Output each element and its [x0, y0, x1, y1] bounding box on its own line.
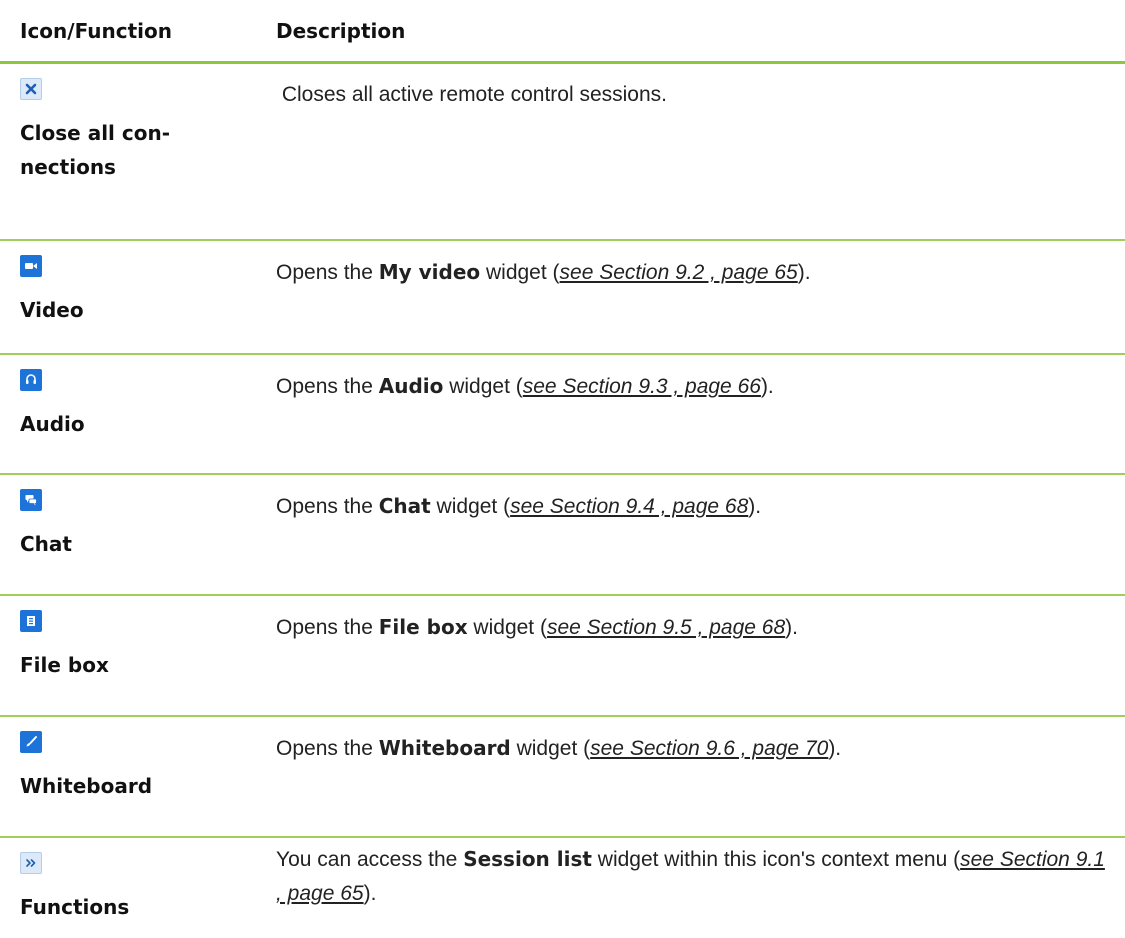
row-description: Opens the Chat widget (see Section 9.4 ,… — [276, 494, 762, 518]
function-label: Functions — [20, 895, 130, 919]
function-table: Icon/Function Description Close all con-… — [0, 0, 1125, 934]
double-chevron-right-icon[interactable] — [20, 852, 42, 874]
widget-name: Whiteboard — [378, 736, 511, 760]
section-link[interactable]: see Section 9.5 , page 68 — [547, 616, 785, 639]
function-label: Video — [20, 298, 84, 322]
table-row: Audio Opens the Audio widget (see Sectio… — [0, 355, 1125, 475]
section-link[interactable]: see Section 9.2 , page 65 — [560, 261, 798, 284]
chat-bubbles-icon[interactable] — [20, 489, 42, 511]
widget-name: Audio — [378, 374, 444, 398]
table-header: Icon/Function Description — [0, 0, 1125, 64]
function-label: Whiteboard — [20, 774, 153, 798]
row-description: Opens the Audio widget (see Section 9.3 … — [276, 374, 774, 398]
widget-name: Session list — [463, 847, 592, 871]
function-label: Audio — [20, 412, 85, 436]
section-link[interactable]: see Section 9.6 , page 70 — [590, 737, 828, 760]
row-description: Opens the File box widget (see Section 9… — [276, 615, 798, 639]
table-row: Video Opens the My video widget (see Sec… — [0, 241, 1125, 355]
file-box-icon[interactable] — [20, 610, 42, 632]
headset-icon[interactable] — [20, 369, 42, 391]
section-link[interactable]: see Section 9.4 , page 68 — [510, 495, 748, 518]
header-icon-function: Icon/Function — [20, 18, 172, 43]
function-label: Chat — [20, 532, 72, 556]
row-description: You can access the Session list widget w… — [276, 847, 1105, 905]
widget-name: Chat — [378, 494, 431, 518]
close-icon[interactable] — [20, 78, 42, 100]
header-description: Description — [276, 18, 406, 43]
section-link[interactable]: see Section 9.3 , page 66 — [523, 375, 761, 398]
table-row: Chat Opens the Chat widget (see Section … — [0, 475, 1125, 596]
table-row: Close all con- nections Closes all activ… — [0, 64, 1125, 241]
table-row: Whiteboard Opens the Whiteboard widget (… — [0, 717, 1125, 838]
row-description: Opens the Whiteboard widget (see Section… — [276, 736, 842, 760]
widget-name: My video — [378, 260, 481, 284]
row-description: Opens the My video widget (see Section 9… — [276, 260, 811, 284]
function-label: Close all con- nections — [20, 121, 171, 179]
video-camera-icon[interactable] — [20, 255, 42, 277]
widget-name: File box — [378, 615, 468, 639]
table-row: File box Opens the File box widget (see … — [0, 596, 1125, 717]
function-label: File box — [20, 653, 109, 677]
row-description: Closes all active remote control session… — [276, 83, 667, 106]
paintbrush-icon[interactable] — [20, 731, 42, 753]
table-row: Functions You can access the Session lis… — [0, 838, 1125, 934]
